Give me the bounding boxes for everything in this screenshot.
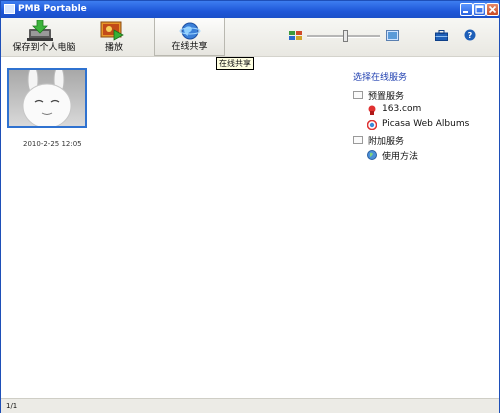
- save-to-pc-button[interactable]: 保存到个人电脑: [1, 18, 87, 56]
- photo-thumbnail[interactable]: [7, 68, 87, 128]
- title-bar: PMB Portable: [1, 1, 499, 18]
- photo-image: [9, 70, 85, 126]
- preset-services-group[interactable]: 预置服务: [368, 89, 404, 102]
- online-share-tooltip: 在线共享: [216, 57, 254, 70]
- folder-icon: [353, 91, 363, 99]
- small-thumbnails-icon[interactable]: [289, 31, 303, 41]
- picasa-service-icon: [367, 120, 377, 130]
- main-toolbar: 保存到个人电脑 播放 在线共享 ?: [1, 18, 499, 57]
- online-share-label: 在线共享: [171, 42, 208, 52]
- service-item-163[interactable]: 163.com: [382, 104, 421, 114]
- addon-services-group[interactable]: 附加服务: [368, 134, 404, 147]
- maximize-button[interactable]: [473, 3, 486, 16]
- close-button[interactable]: [486, 3, 499, 16]
- play-label: 播放: [104, 43, 123, 53]
- service-item-howto[interactable]: 使用方法: [382, 149, 418, 162]
- zoom-slider-thumb[interactable]: [343, 30, 348, 42]
- svg-text:?: ?: [468, 31, 473, 40]
- online-share-button[interactable]: 在线共享: [154, 18, 225, 56]
- help-icon[interactable]: ?: [464, 29, 476, 41]
- app-icon: [4, 4, 15, 14]
- app-window: PMB Portable 保存到个人电脑 播放 在线共享 ? 在线共享 2010…: [0, 0, 500, 413]
- folder-icon: [353, 136, 363, 144]
- photo-date: 2010-2-25 12:05: [23, 140, 82, 148]
- maximize-icon: [475, 5, 484, 14]
- play-button[interactable]: 播放: [91, 18, 137, 56]
- howto-globe-icon: [367, 150, 377, 160]
- save-to-pc-label: 保存到个人电脑: [12, 43, 76, 53]
- status-bar: 1/1: [1, 398, 499, 413]
- large-thumbnail-icon[interactable]: [386, 30, 399, 41]
- minimize-icon: [463, 11, 468, 13]
- online-services-heading: 选择在线服务: [353, 73, 408, 83]
- slideshow-icon: [100, 21, 124, 41]
- globe-share-icon: [179, 22, 201, 40]
- close-icon: [488, 5, 497, 14]
- toolbox-icon[interactable]: [435, 30, 448, 41]
- 163-service-icon: [368, 105, 376, 115]
- save-to-pc-icon: [27, 20, 53, 41]
- page-counter: 1/1: [6, 402, 18, 410]
- minimize-button[interactable]: [460, 3, 473, 16]
- window-title: PMB Portable: [18, 4, 87, 14]
- service-item-picasa[interactable]: Picasa Web Albums: [382, 119, 469, 129]
